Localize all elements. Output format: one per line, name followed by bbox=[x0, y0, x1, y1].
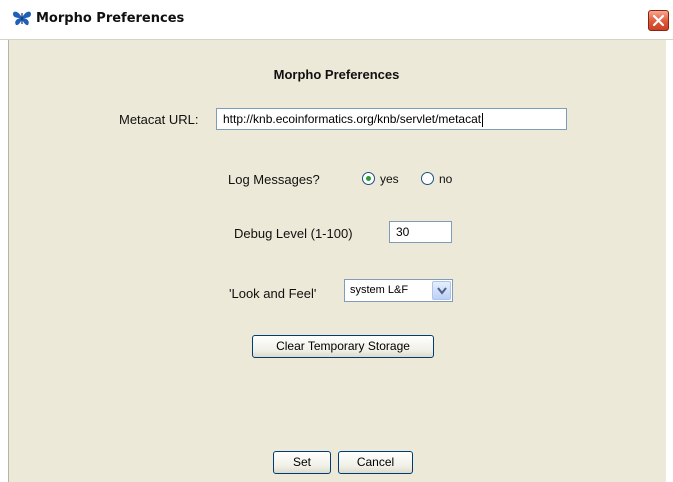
debug-level-label: Debug Level (1-100) bbox=[234, 226, 353, 241]
metacat-url-label: Metacat URL: bbox=[119, 112, 199, 127]
butterfly-icon bbox=[12, 10, 32, 26]
look-and-feel-value: system L&F bbox=[350, 284, 409, 296]
radio-selected-dot bbox=[366, 176, 371, 181]
look-and-feel-select[interactable]: system L&F bbox=[344, 279, 453, 302]
clear-temporary-storage-button[interactable]: Clear Temporary Storage bbox=[252, 335, 434, 358]
metacat-url-value: http://knb.ecoinformatics.org/knb/servle… bbox=[223, 112, 482, 126]
close-icon bbox=[652, 14, 665, 27]
set-button[interactable]: Set bbox=[273, 451, 331, 474]
debug-level-field[interactable]: 30 bbox=[389, 221, 452, 243]
log-yes-label[interactable]: yes bbox=[380, 172, 399, 186]
window-title: Morpho Preferences bbox=[36, 11, 185, 26]
cancel-button[interactable]: Cancel bbox=[338, 451, 413, 474]
dialog-body bbox=[8, 40, 666, 482]
text-caret bbox=[482, 112, 484, 127]
log-messages-label: Log Messages? bbox=[228, 172, 320, 187]
look-and-feel-label: 'Look and Feel' bbox=[229, 286, 317, 301]
log-yes-radio[interactable] bbox=[362, 172, 375, 185]
title-bar[interactable]: Morpho Preferences bbox=[0, 0, 673, 40]
window-frame-left bbox=[0, 40, 8, 482]
metacat-url-field[interactable]: http://knb.ecoinformatics.org/knb/servle… bbox=[216, 108, 567, 130]
window-frame-right bbox=[666, 40, 673, 482]
debug-level-value: 30 bbox=[396, 225, 410, 239]
preferences-window: Morpho Preferences Morpho Preferences Me… bbox=[0, 0, 673, 482]
dropdown-button[interactable] bbox=[432, 281, 451, 300]
chevron-down-icon bbox=[437, 287, 447, 295]
log-no-label[interactable]: no bbox=[439, 172, 452, 186]
log-no-radio[interactable] bbox=[421, 172, 434, 185]
dialog-heading: Morpho Preferences bbox=[273, 67, 400, 82]
close-button[interactable] bbox=[648, 10, 669, 31]
